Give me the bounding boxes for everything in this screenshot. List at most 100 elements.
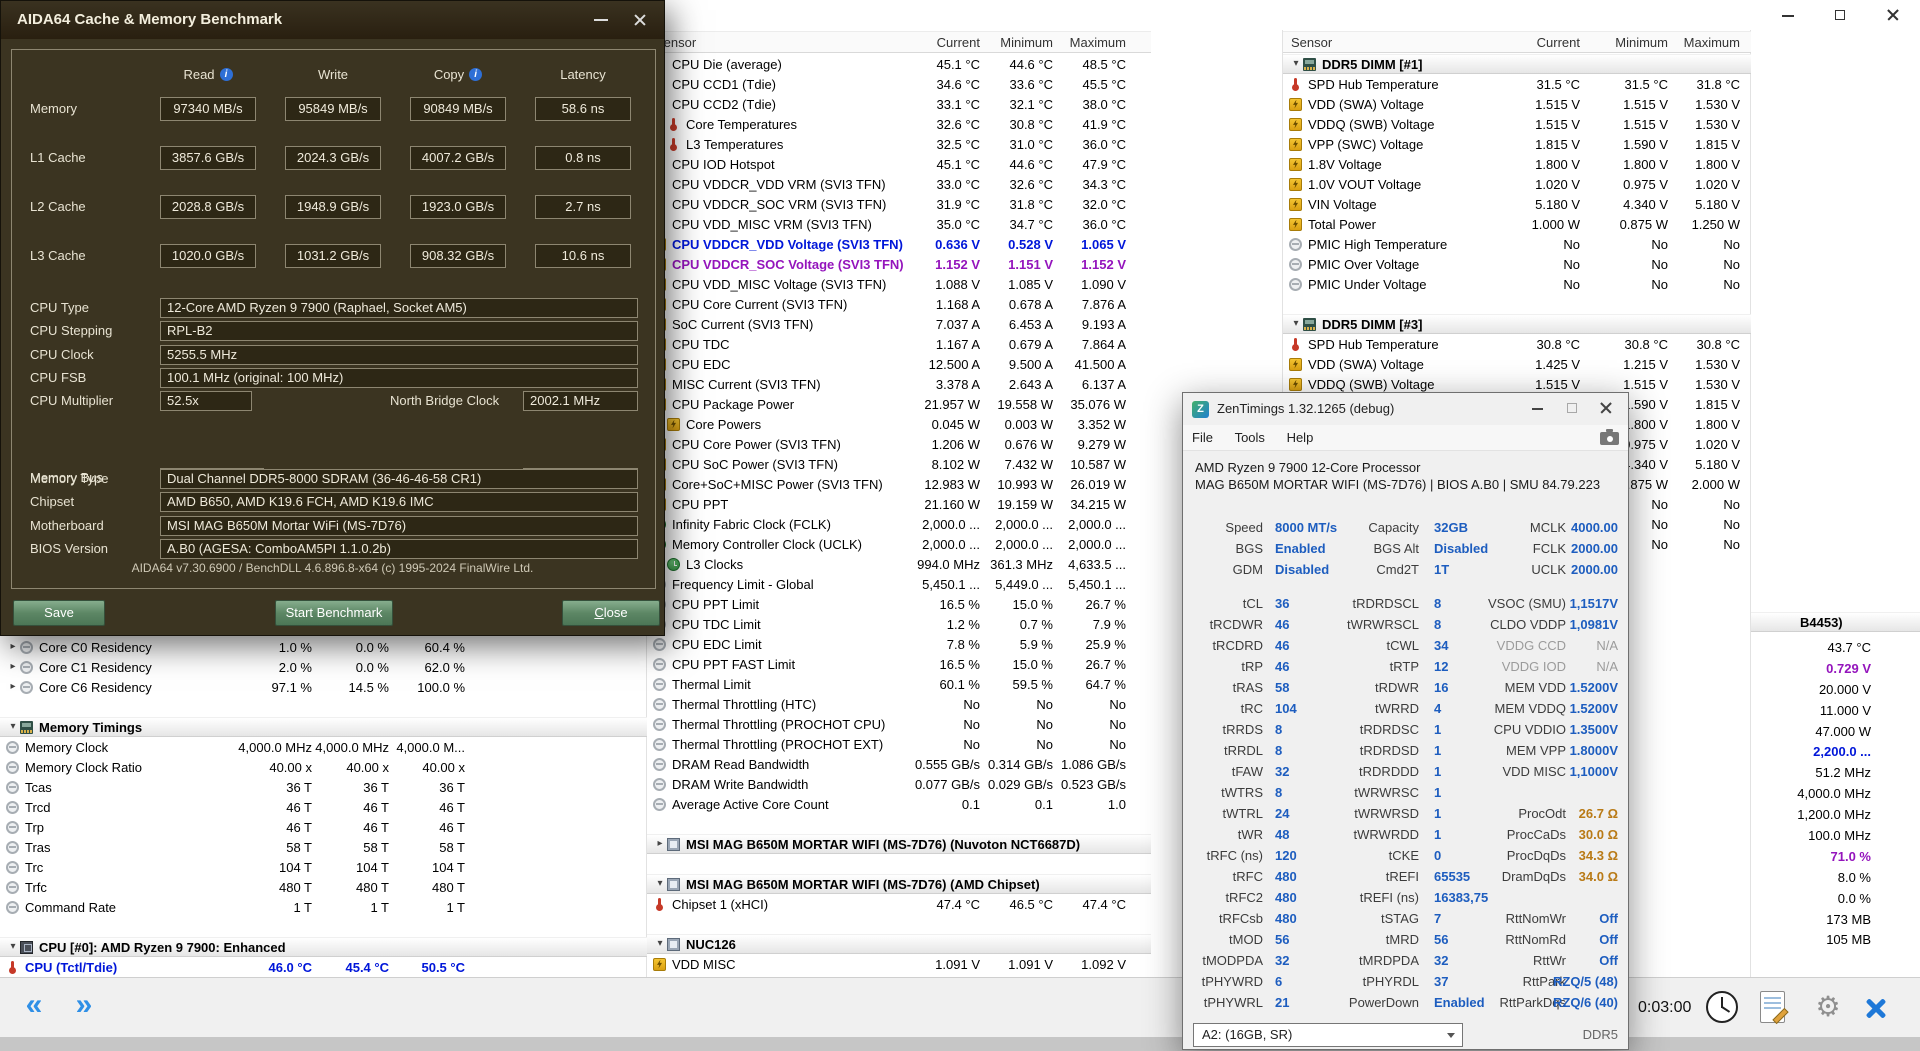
menu-help[interactable]: Help	[1278, 425, 1323, 451]
report-icon[interactable]	[1760, 991, 1785, 1023]
sensor-row[interactable]	[0, 697, 647, 717]
sensor-row[interactable]: CPU Die (average) 45.1 °C 44.6 °C 48.5 °…	[647, 54, 1151, 74]
sensor-row[interactable]: Core+SoC+MISC Power (SVI3 TFN) 12.983 W …	[647, 474, 1151, 494]
sensor-row[interactable]: Infinity Fabric Clock (FCLK) 2,000.0 ...…	[647, 514, 1151, 534]
sensor-row[interactable]: Thermal Throttling (PROCHOT CPU) No No N…	[647, 714, 1151, 734]
sensor-row[interactable]: CPU PPT 21.160 W 19.159 W 34.215 W	[647, 494, 1151, 514]
sensor-row[interactable]: Trc 104 T 104 T 104 T	[0, 857, 647, 877]
sensor-row[interactable]: Frequency Limit - Global 5,450.1 ... 5,4…	[647, 574, 1151, 594]
sensor-row[interactable]: Core C1 Residency 2.0 % 0.0 % 62.0 %	[0, 657, 647, 677]
sensor-row[interactable]: Memory Clock 4,000.0 MHz 4,000.0 MHz 4,0…	[0, 737, 647, 757]
sensor-row[interactable]: Trp 46 T 46 T 46 T	[0, 817, 647, 837]
sensor-row[interactable]	[647, 914, 1151, 934]
sensor-row[interactable]: DRAM Write Bandwidth 0.077 GB/s 0.029 GB…	[647, 774, 1151, 794]
sensor-row[interactable]: CPU VDD_MISC VRM (SVI3 TFN) 35.0 °C 34.7…	[647, 214, 1151, 234]
sensor-row[interactable]: CPU PPT Limit 16.5 % 15.0 % 26.7 %	[647, 594, 1151, 614]
chevron-icon[interactable]	[1289, 314, 1303, 334]
sensor-row[interactable]: Memory Controller Clock (UCLK) 2,000.0 .…	[647, 534, 1151, 554]
header-sensor[interactable]: Sensor	[655, 35, 907, 50]
close-icon[interactable]	[632, 12, 648, 28]
close-sensors-icon[interactable]	[1862, 994, 1890, 1022]
header-maximum[interactable]: Maximum	[1053, 35, 1126, 50]
sensor-row[interactable]: Memory Clock Ratio 40.00 x 40.00 x 40.00…	[0, 757, 647, 777]
sensor-row[interactable]	[1283, 294, 1751, 314]
sensor-row[interactable]: VDDQ (SWB) Voltage 1.515 V 1.515 V 1.530…	[1283, 374, 1751, 394]
sensor-row[interactable]: CPU Core Current (SVI3 TFN) 1.168 A 0.67…	[647, 294, 1151, 314]
sensor-row[interactable]: CPU VDDCR_VDD Voltage (SVI3 TFN) 0.636 V…	[647, 234, 1151, 254]
sensor-row[interactable]: Memory Timings	[0, 717, 647, 737]
sensor-row[interactable]: DRAM Read Bandwidth 0.555 GB/s 0.314 GB/…	[647, 754, 1151, 774]
sensor-row[interactable]: CPU EDC Limit 7.8 % 5.9 % 25.9 %	[647, 634, 1151, 654]
sensor-row[interactable]: MSI MAG B650M MORTAR WIFI (MS-7D76) (AMD…	[647, 874, 1151, 894]
sensor-row[interactable]: CPU TDC 1.167 A 0.679 A 7.864 A	[647, 334, 1151, 354]
dimm-selector-dropdown[interactable]: A2: (16GB, SR)	[1193, 1023, 1463, 1047]
sensor-row[interactable]: Tcas 36 T 36 T 36 T	[0, 777, 647, 797]
sensor-row[interactable]: CPU SoC Power (SVI3 TFN) 8.102 W 7.432 W…	[647, 454, 1151, 474]
sensor-row[interactable]: CPU VDDCR_VDD VRM (SVI3 TFN) 33.0 °C 32.…	[647, 174, 1151, 194]
sensor-row[interactable]: 1.8V Voltage 1.800 V 1.800 V 1.800 V	[1283, 154, 1751, 174]
sensor-row[interactable]: CPU CCD1 (Tdie) 34.6 °C 33.6 °C 45.5 °C	[647, 74, 1151, 94]
sensor-row[interactable]: SPD Hub Temperature 31.5 °C 31.5 °C 31.8…	[1283, 74, 1751, 94]
sensor-row[interactable]: NUC126	[647, 934, 1151, 954]
sensor-row[interactable]: VIN Voltage 5.180 V 4.340 V 5.180 V	[1283, 194, 1751, 214]
sensor-row[interactable]: Thermal Throttling (HTC) No No No	[647, 694, 1151, 714]
aida64-titlebar[interactable]: AIDA64 Cache & Memory Benchmark	[1, 1, 664, 39]
settings-gear-icon[interactable]: ⚙	[1806, 978, 1850, 1038]
sensor-row[interactable]: Thermal Limit 60.1 % 59.5 % 64.7 %	[647, 674, 1151, 694]
chevron-icon[interactable]	[653, 874, 667, 894]
sensor-row[interactable]: L3 Clocks 994.0 MHz 361.3 MHz 4,633.5 ..…	[647, 554, 1151, 574]
sensor-row[interactable]: DDR5 DIMM [#3]	[1283, 314, 1751, 334]
sensor-row[interactable]: DDR5 DIMM [#1]	[1283, 54, 1751, 74]
sensor-row[interactable]: CPU (Tctl/Tdie) 46.0 °C 45.4 °C 50.5 °C	[0, 957, 647, 977]
header-current[interactable]: Current	[907, 35, 980, 50]
sensor-row[interactable]: Tras 58 T 58 T 58 T	[0, 837, 647, 857]
sensor-row[interactable]: CPU VDDCR_SOC VRM (SVI3 TFN) 31.9 °C 31.…	[647, 194, 1151, 214]
minimize-icon[interactable]	[1764, 1, 1812, 29]
maximize-icon[interactable]	[1556, 393, 1588, 423]
next-page-button[interactable]: »	[62, 986, 106, 1028]
header-minimum[interactable]: Minimum	[1580, 35, 1668, 50]
sensor-row[interactable]: CPU PPT FAST Limit 16.5 % 15.0 % 26.7 %	[647, 654, 1151, 674]
previous-page-button[interactable]: «	[12, 986, 56, 1028]
chevron-icon[interactable]	[6, 937, 20, 957]
close-button[interactable]: Close	[562, 600, 660, 626]
restore-icon[interactable]	[1816, 1, 1864, 29]
sensor-row[interactable]: MISC Current (SVI3 TFN) 3.378 A 2.643 A …	[647, 374, 1151, 394]
sensor-row[interactable]: CPU Package Power 21.957 W 19.558 W 35.0…	[647, 394, 1151, 414]
info-icon[interactable]	[219, 68, 233, 81]
minimize-icon[interactable]	[1522, 393, 1554, 423]
close-icon[interactable]	[1590, 393, 1622, 423]
screenshot-camera-icon[interactable]	[1600, 429, 1619, 445]
sensor-row[interactable]: CPU VDD_MISC Voltage (SVI3 TFN) 1.088 V …	[647, 274, 1151, 294]
sensor-row[interactable]: PMIC Under Voltage No No No	[1283, 274, 1751, 294]
chevron-icon[interactable]	[653, 834, 667, 854]
sensor-row[interactable]	[0, 917, 647, 937]
sensor-row[interactable]: L3 Temperatures 32.5 °C 31.0 °C 36.0 °C	[647, 134, 1151, 154]
sensor-row[interactable]: Core Temperatures 32.6 °C 30.8 °C 41.9 °…	[647, 114, 1151, 134]
chevron-icon[interactable]	[653, 934, 667, 954]
sensor-row[interactable]: CPU [#0]: AMD Ryzen 9 7900: Enhanced	[0, 937, 647, 957]
sensor-row[interactable]: PMIC Over Voltage No No No	[1283, 254, 1751, 274]
save-button[interactable]: Save	[13, 600, 105, 626]
sensor-row[interactable]: CPU VDDCR_SOC Voltage (SVI3 TFN) 1.152 V…	[647, 254, 1151, 274]
sensor-row[interactable]: Average Active Core Count 0.1 0.1 1.0	[647, 794, 1151, 814]
sensor-row[interactable]: CPU IOD Hotspot 45.1 °C 44.6 °C 47.9 °C	[647, 154, 1151, 174]
start-benchmark-button[interactable]: Start Benchmark	[275, 600, 393, 626]
minimize-icon[interactable]	[594, 19, 608, 21]
sensor-row[interactable]: Thermal Throttling (PROCHOT EXT) No No N…	[647, 734, 1151, 754]
menu-file[interactable]: File	[1183, 425, 1222, 451]
sensor-row[interactable]: PMIC High Temperature No No No	[1283, 234, 1751, 254]
close-icon[interactable]	[1869, 1, 1917, 29]
sensor-row[interactable]: Trfc 480 T 480 T 480 T	[0, 877, 647, 897]
sensor-row[interactable]: Total Power 1.000 W 0.875 W 1.250 W	[1283, 214, 1751, 234]
chevron-icon[interactable]	[6, 637, 20, 657]
zentimings-titlebar[interactable]: ZenTimings 1.32.1265 (debug)	[1183, 393, 1628, 425]
sensor-row[interactable]: CPU CCD2 (Tdie) 33.1 °C 32.1 °C 38.0 °C	[647, 94, 1151, 114]
sensor-row[interactable]: Core C0 Residency 1.0 % 0.0 % 60.4 %	[0, 637, 647, 657]
sensor-row[interactable]: MSI MAG B650M MORTAR WIFI (MS-7D76) (Nuv…	[647, 834, 1151, 854]
sensor-row[interactable]: Chipset 1 (xHCI) 47.4 °C 46.5 °C 47.4 °C	[647, 894, 1151, 914]
sensor-row[interactable]: VDD MISC 1.091 V 1.091 V 1.092 V	[647, 954, 1151, 974]
menu-tools[interactable]: Tools	[1226, 425, 1274, 451]
sensor-section-fragment[interactable]: B4453)	[1751, 612, 1920, 632]
header-maximum[interactable]: Maximum	[1668, 35, 1740, 50]
